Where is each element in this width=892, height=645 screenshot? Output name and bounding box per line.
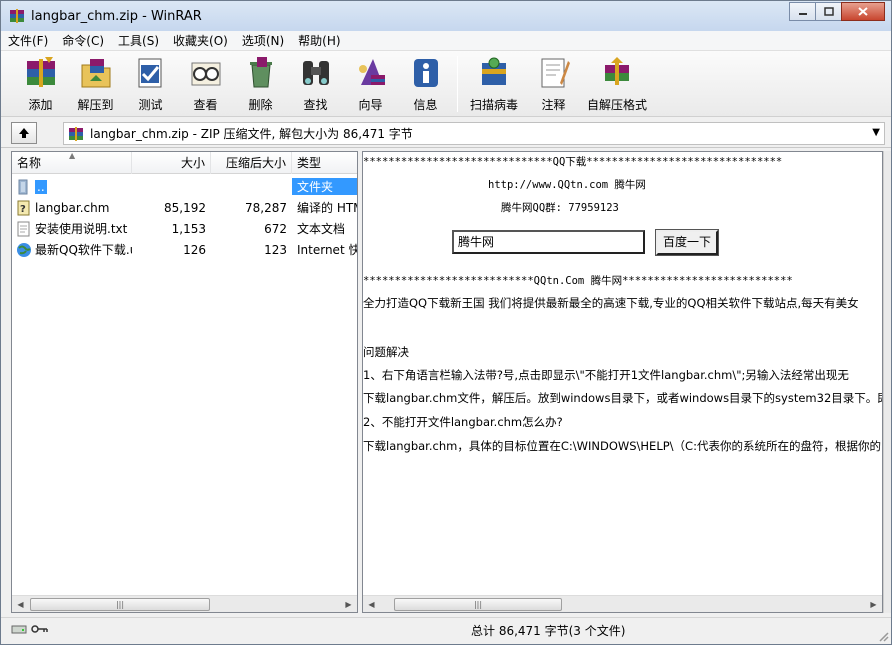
file-row[interactable]: .. 文件夹 <box>12 176 357 197</box>
path-field[interactable]: langbar_chm.zip - ZIP 压缩文件, 解包大小为 86,471… <box>63 122 885 145</box>
preview-link-line: http://www.QQtn.com 腾牛网 <box>488 179 646 191</box>
minimize-button[interactable] <box>789 2 816 21</box>
wizard-button[interactable]: 向导 <box>343 51 398 115</box>
preview-line: 下载langbar.chm文件，解压后。放到windows目录下，或者windo… <box>363 391 883 405</box>
preview-line: 1、右下角语言栏输入法带?号,点击即显示\"不能打开1文件langbar.chm… <box>363 368 849 382</box>
preview-line: 下载langbar.chm，具体的目标位置在C:\WINDOWS\HELP\（C… <box>363 439 881 453</box>
up-folder-button[interactable] <box>11 121 37 144</box>
file-row[interactable]: 安装使用说明.txt 1,153 672 文本文档 <box>12 218 357 239</box>
view-button[interactable]: 查看 <box>178 51 233 115</box>
sfx-icon <box>605 57 629 85</box>
column-packed[interactable]: 压缩后大小 <box>211 152 292 174</box>
preview-line: 全力打造QQ下载新王国 我们将提供最新最全的高速下载,专业的QQ相关软件下载站点… <box>363 296 859 310</box>
maximize-button[interactable] <box>815 2 842 21</box>
status-bar: 总计 86,471 字节(3 个文件) <box>1 617 891 644</box>
comment-button[interactable]: 注释 <box>526 51 581 115</box>
svg-text:?: ? <box>20 204 26 215</box>
extract-to-button[interactable]: 解压到 <box>68 51 123 115</box>
chevron-down-icon[interactable]: ▼ <box>872 127 880 138</box>
window-controls <box>789 2 885 21</box>
add-archive-icon <box>26 57 55 87</box>
sort-up-icon: ▲ <box>69 151 76 160</box>
delete-button[interactable]: 删除 <box>233 51 288 115</box>
toolbar-separator <box>457 56 458 112</box>
menu-tools[interactable]: 工具(S) <box>111 31 166 51</box>
scroll-left-icon[interactable]: ◀ <box>12 596 29 613</box>
path-bar: langbar_chm.zip - ZIP 压缩文件, 解包大小为 86,471… <box>1 118 891 148</box>
delete-icon <box>249 57 272 88</box>
scroll-left-icon[interactable]: ◀ <box>363 596 380 613</box>
resize-grip-icon[interactable] <box>877 630 889 642</box>
info-button[interactable]: 信息 <box>398 51 453 115</box>
preview-line: 2、不能打开文件langbar.chm怎么办? <box>363 415 563 429</box>
scrollbar-thumb[interactable]: ||| <box>30 597 210 611</box>
internet-shortcut-icon <box>17 242 31 257</box>
virus-scan-button[interactable]: 扫描病毒 <box>462 51 526 115</box>
wizard-icon <box>358 59 385 85</box>
parent-folder-icon <box>18 179 28 194</box>
path-text: langbar_chm.zip - ZIP 压缩文件, 解包大小为 86,471… <box>90 127 413 141</box>
file-row[interactable]: ? langbar.chm 85,192 78,287 编译的 HTML <box>12 197 357 218</box>
find-button[interactable]: 查找 <box>288 51 343 115</box>
scrollbar-thumb[interactable]: ||| <box>394 597 562 611</box>
virus-scan-icon <box>482 57 506 85</box>
test-icon <box>138 58 161 88</box>
preview-line: ***************************QQtn.Com 腾牛网*… <box>363 275 793 287</box>
window-title: langbar_chm.zip - WinRAR <box>31 8 202 24</box>
winrar-window: langbar_chm.zip - WinRAR 文件(F) 命令(C) 工具(… <box>0 0 892 645</box>
file-row[interactable]: 最新QQ软件下载.url 126 123 Internet 快捷方式 <box>12 239 357 260</box>
view-icon <box>191 62 220 86</box>
menu-options[interactable]: 选项(N) <box>235 31 291 51</box>
preview-pane: ******************************QQ下载******… <box>362 151 883 613</box>
find-icon <box>302 61 329 85</box>
test-button[interactable]: 测试 <box>123 51 178 115</box>
preview-hscroll[interactable]: ◀ ||| ▶ <box>363 595 882 612</box>
preview-search-input[interactable]: 腾牛网 <box>452 230 645 254</box>
scroll-right-icon[interactable]: ▶ <box>340 596 357 613</box>
info-icon <box>413 59 438 87</box>
file-list-hscroll[interactable]: ◀ ||| ▶ <box>12 595 357 612</box>
minimize-icon <box>798 12 807 15</box>
menu-commands[interactable]: 命令(C) <box>55 31 111 51</box>
close-button[interactable] <box>841 2 885 21</box>
extract-to-icon <box>81 59 110 88</box>
status-summary: 总计 86,471 字节(3 个文件) <box>471 624 626 638</box>
column-type[interactable]: 类型 <box>292 152 357 174</box>
menu-favorites[interactable]: 收藏夹(O) <box>166 31 235 51</box>
status-icons <box>11 623 49 635</box>
sfx-button[interactable]: 自解压格式 <box>581 51 653 115</box>
preview-search-button[interactable]: 百度一下 <box>655 229 719 256</box>
comment-icon <box>541 58 570 88</box>
maximize-icon <box>823 7 834 16</box>
preview-heading: 问题解决 <box>363 345 409 359</box>
preview-line: 腾牛网QQ群: 77959123 <box>501 202 619 214</box>
menu-help[interactable]: 帮助(H) <box>291 31 347 51</box>
column-headers: 名称 大小 压缩后大小 类型 ▲ <box>12 152 357 174</box>
preview-vscroll[interactable] <box>883 151 891 613</box>
archive-icon <box>69 126 83 141</box>
file-rows: .. 文件夹 ? langbar.chm 85,192 78,287 编译的 H… <box>12 176 357 260</box>
drive-icon[interactable] <box>11 623 27 635</box>
file-list: 名称 大小 压缩后大小 类型 ▲ .. 文件夹 ? langbar.chm 85… <box>11 151 358 613</box>
menu-file[interactable]: 文件(F) <box>1 31 55 51</box>
title-bar[interactable]: langbar_chm.zip - WinRAR <box>1 1 891 31</box>
text-file-icon <box>17 221 30 236</box>
scroll-right-icon[interactable]: ▶ <box>865 596 882 613</box>
key-icon[interactable] <box>31 623 49 635</box>
toolbar: 添加 解压到 测试 查看 删除 查找 向导 信息 扫描病毒 注释 自解压格式 <box>1 51 891 117</box>
chm-file-icon: ? <box>17 200 30 215</box>
winrar-app-icon <box>10 9 24 23</box>
add-button[interactable]: 添加 <box>13 51 68 115</box>
column-size[interactable]: 大小 <box>132 152 211 174</box>
close-icon <box>858 7 868 16</box>
preview-line: ******************************QQ下载******… <box>363 156 783 168</box>
menu-bar: 文件(F) 命令(C) 工具(S) 收藏夹(O) 选项(N) 帮助(H) <box>1 31 891 51</box>
up-arrow-icon <box>19 127 29 138</box>
